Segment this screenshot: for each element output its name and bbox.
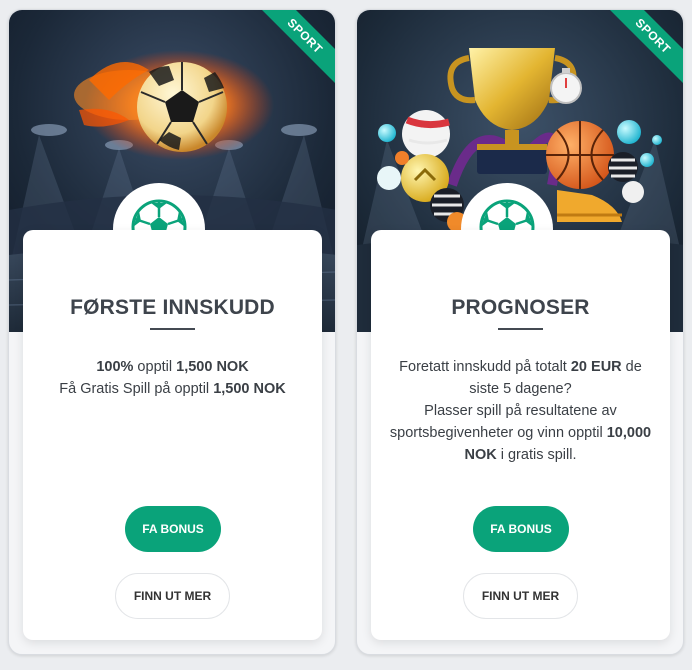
highlight-text: 20 EUR [570, 359, 622, 375]
highlight-text: 1,500 NOK [176, 359, 249, 375]
sport-ribbon: SPORT [607, 10, 683, 86]
sport-ribbon-label: SPORT [259, 10, 335, 86]
highlight-text: 100% [96, 359, 134, 375]
promo-title: FØRSTE INNSKUDD [70, 296, 275, 319]
promo-panel: FØRSTE INNSKUDD 100% opptil 1,500 NOK Få … [23, 230, 322, 640]
highlight-text: 1,500 NOK [213, 381, 286, 397]
learn-more-button[interactable]: FINN UT MER [115, 573, 230, 619]
promo-card-first-deposit: SPORT FØRSTE INNSKUDD 100% opptil 1,500 … [8, 9, 336, 655]
promo-title: PROGNOSER [451, 296, 590, 319]
learn-more-button[interactable]: FINN UT MER [463, 573, 578, 619]
sport-ribbon: SPORT [259, 10, 335, 86]
promo-card-predictions: SPORT PROGNOSER Foretatt innskudd på tot… [356, 9, 684, 655]
highlight-text: 10,000 NOK [464, 425, 652, 463]
title-underline [150, 328, 195, 330]
promo-description: 100% opptil 1,500 NOK Få Gratis Spill på … [59, 359, 286, 397]
get-bonus-button[interactable]: FA BONUS [125, 506, 221, 552]
promo-description: Foretatt innskudd på totalt 20 EUR de si… [389, 359, 652, 463]
get-bonus-button[interactable]: FA BONUS [473, 506, 569, 552]
sport-ribbon-label: SPORT [607, 10, 683, 86]
promo-panel: PROGNOSER Foretatt innskudd på totalt 20… [371, 230, 670, 640]
title-underline [498, 328, 543, 330]
